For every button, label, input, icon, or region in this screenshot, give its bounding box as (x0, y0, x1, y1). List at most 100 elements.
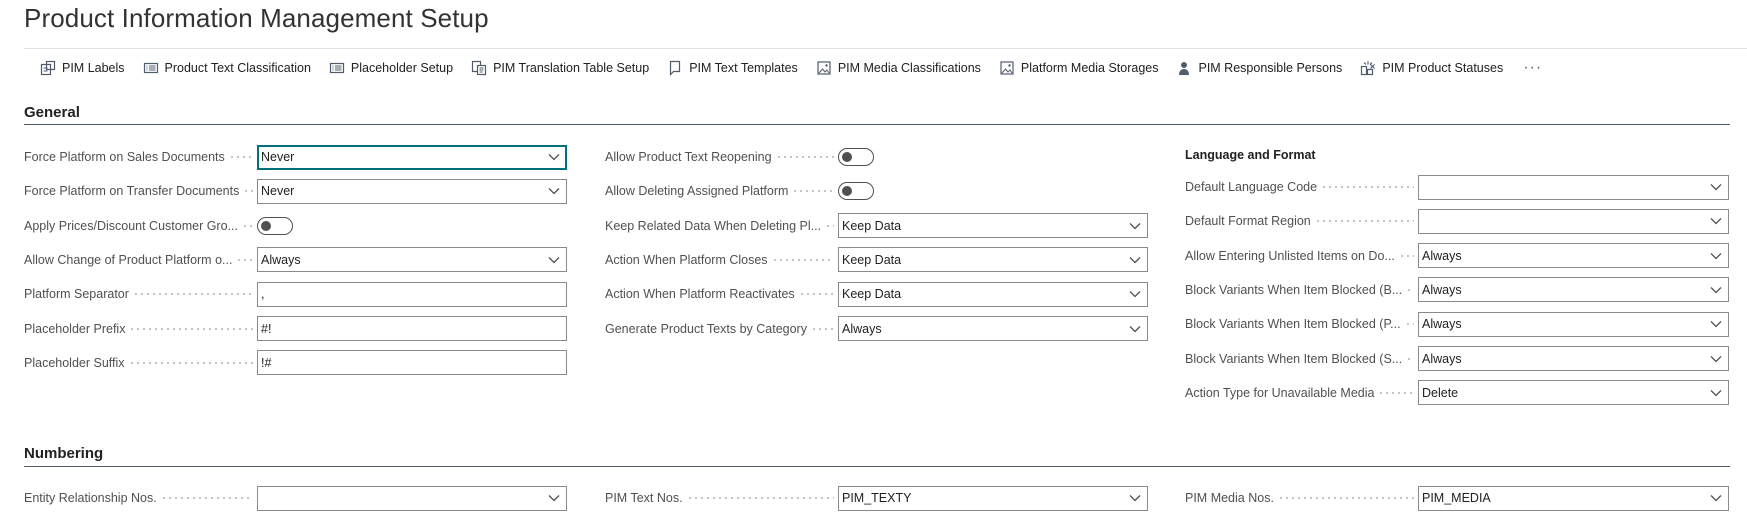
dropdown-select[interactable]: Always (1418, 243, 1729, 269)
action-label: Product Text Classification (164, 60, 311, 75)
field-default-language-code: Default Language Code (1185, 174, 1729, 200)
label-leader-dots (243, 190, 253, 193)
dropdown-select[interactable]: Always (1418, 346, 1729, 371)
dropdown-select[interactable]: Always (257, 247, 567, 273)
field-allow-entering-unlisted-items-on-do: Allow Entering Unlisted Items on Do... Al… (1185, 243, 1729, 269)
label-leader-dots (775, 156, 834, 158)
field-pim-media-nos: PIM Media Nos. PIM_MEDIA (1185, 485, 1729, 511)
toggle-knob (842, 186, 852, 197)
field-label: Force Platform on Sales Documents (24, 150, 225, 164)
field-label: Keep Related Data When Deleting Pl... (605, 218, 822, 233)
dropdown-select[interactable]: PIM_TEXTY (838, 485, 1148, 511)
field-label: Allow Change of Product Platform o... (24, 252, 233, 267)
label-leader-dots (1321, 186, 1414, 188)
action-label: Placeholder Setup (350, 60, 454, 75)
field-value: Keep Data (842, 252, 902, 267)
label-leader-dots (128, 361, 253, 364)
dropdown-select[interactable]: Delete (1418, 380, 1729, 406)
field-label-container: Allow Product Text Reopening (605, 144, 838, 170)
field-label-container: Apply Prices/Discount Customer Gro... (24, 213, 257, 239)
status-icon (1361, 61, 1376, 75)
dropdown-select[interactable] (257, 485, 567, 511)
field-label: Placeholder Prefix (24, 321, 126, 336)
action-pim-responsible-persons[interactable]: PIM Responsible Persons (1168, 53, 1350, 83)
action-product-text-classification[interactable]: Product Text Classification (135, 53, 319, 83)
field-label: Allow Entering Unlisted Items on Do... (1185, 248, 1395, 263)
field-label: Block Variants When Item Blocked (P... (1185, 317, 1401, 332)
field-value: Always (1422, 282, 1462, 297)
action-bar: PIM Labels Product Text Classification P… (24, 48, 1747, 86)
field-value: Delete (1422, 385, 1459, 400)
field-label-container: Force Platform on Sales Documents (24, 144, 257, 170)
section-divider (24, 124, 1730, 125)
action-pim-product-statuses[interactable]: PIM Product Statuses (1352, 53, 1511, 83)
field-label-container: PIM Media Nos. (1185, 485, 1418, 511)
toggle-switch[interactable] (838, 148, 874, 166)
field-label-container: Entity Relationship Nos. (24, 485, 257, 511)
field-force-platform-on-transfer-documents: Force Platform on Transfer Documents Neve… (24, 178, 567, 204)
action-pim-media-classifications[interactable]: PIM Media Classifications (808, 53, 989, 83)
action-label: Platform Media Storages (1020, 60, 1159, 75)
action-pim-text-templates[interactable]: PIM Text Templates (659, 53, 806, 83)
field-default-format-region: Default Format Region (1185, 208, 1729, 234)
toggle-switch[interactable] (838, 182, 874, 201)
field-label: Force Platform on Transfer Documents (24, 184, 240, 199)
field-label: Block Variants When Item Blocked (B... (1185, 282, 1403, 297)
label-leader-dots (228, 156, 253, 158)
field-value: Keep Data (842, 218, 902, 233)
label-leader-dots (798, 293, 834, 296)
text-input[interactable]: , (257, 281, 567, 307)
action-label: PIM Text Templates (689, 60, 798, 75)
dropdown-select[interactable]: Keep Data (838, 281, 1148, 307)
dropdown-select[interactable] (1418, 174, 1729, 200)
field-label: Action When Platform Reactivates (605, 287, 795, 302)
field-value: PIM_TEXTY (842, 491, 912, 505)
chevron-down-icon (548, 154, 560, 161)
action-platform-media-storages[interactable]: Platform Media Storages (991, 53, 1167, 83)
action-placeholder-setup[interactable]: Placeholder Setup (321, 53, 461, 83)
field-label: Action Type for Unavailable Media (1185, 385, 1375, 400)
field-value: Always (842, 321, 882, 336)
label-leader-dots (1314, 220, 1414, 223)
dropdown-select[interactable]: Never (257, 144, 567, 170)
chevron-down-icon (1710, 389, 1722, 397)
toggle-knob (842, 152, 852, 162)
chevron-down-icon (1710, 495, 1722, 502)
label-leader-dots (236, 258, 253, 261)
action-pim-translation-table-setup[interactable]: PIM Translation Table Setup (463, 53, 657, 83)
dropdown-select[interactable]: Keep Data (838, 247, 1148, 273)
document-icon (670, 60, 681, 76)
field-keep-related-data-when-deleting-pl: Keep Related Data When Deleting Pl... Kee… (605, 213, 1148, 239)
field-value: PIM_MEDIA (1422, 491, 1491, 505)
dropdown-select[interactable]: Always (838, 316, 1148, 341)
field-platform-separator: Platform Separator, (24, 281, 567, 307)
label-leader-dots (1406, 357, 1414, 360)
action-label: PIM Responsible Persons (1198, 60, 1343, 75)
field-value: Keep Data (842, 287, 902, 302)
dropdown-select[interactable]: Never (257, 178, 567, 204)
dropdown-select[interactable]: Always (1418, 277, 1729, 303)
chevron-down-icon (1710, 355, 1722, 362)
more-options-button[interactable]: ··· (1513, 59, 1552, 77)
section-title-numbering[interactable]: Numbering (24, 445, 103, 462)
action-pim-labels[interactable]: PIM Labels (32, 53, 133, 83)
label-leader-dots (1378, 391, 1414, 394)
label-leader-dots (241, 224, 253, 227)
text-input[interactable]: !# (257, 350, 567, 376)
field-label: PIM Text Nos. (605, 491, 683, 505)
dropdown-select[interactable]: Keep Data (838, 213, 1148, 239)
label-leader-dots (129, 327, 253, 330)
chevron-down-icon (1129, 222, 1141, 230)
field-allow-deleting-assigned-platform: Allow Deleting Assigned Platform (605, 178, 874, 204)
field-label-container: Action When Platform Reactivates (605, 281, 838, 307)
section-title-general[interactable]: General (24, 104, 80, 121)
toggle-switch[interactable] (257, 216, 293, 235)
label-leader-dots (1277, 497, 1414, 499)
chevron-down-icon (548, 256, 560, 264)
dropdown-select[interactable]: PIM_MEDIA (1418, 485, 1729, 511)
field-value: Always (261, 252, 301, 267)
text-input[interactable]: #! (257, 316, 567, 341)
dropdown-select[interactable]: Always (1418, 311, 1729, 337)
field-value: Always (1422, 317, 1462, 332)
dropdown-select[interactable] (1418, 208, 1729, 234)
